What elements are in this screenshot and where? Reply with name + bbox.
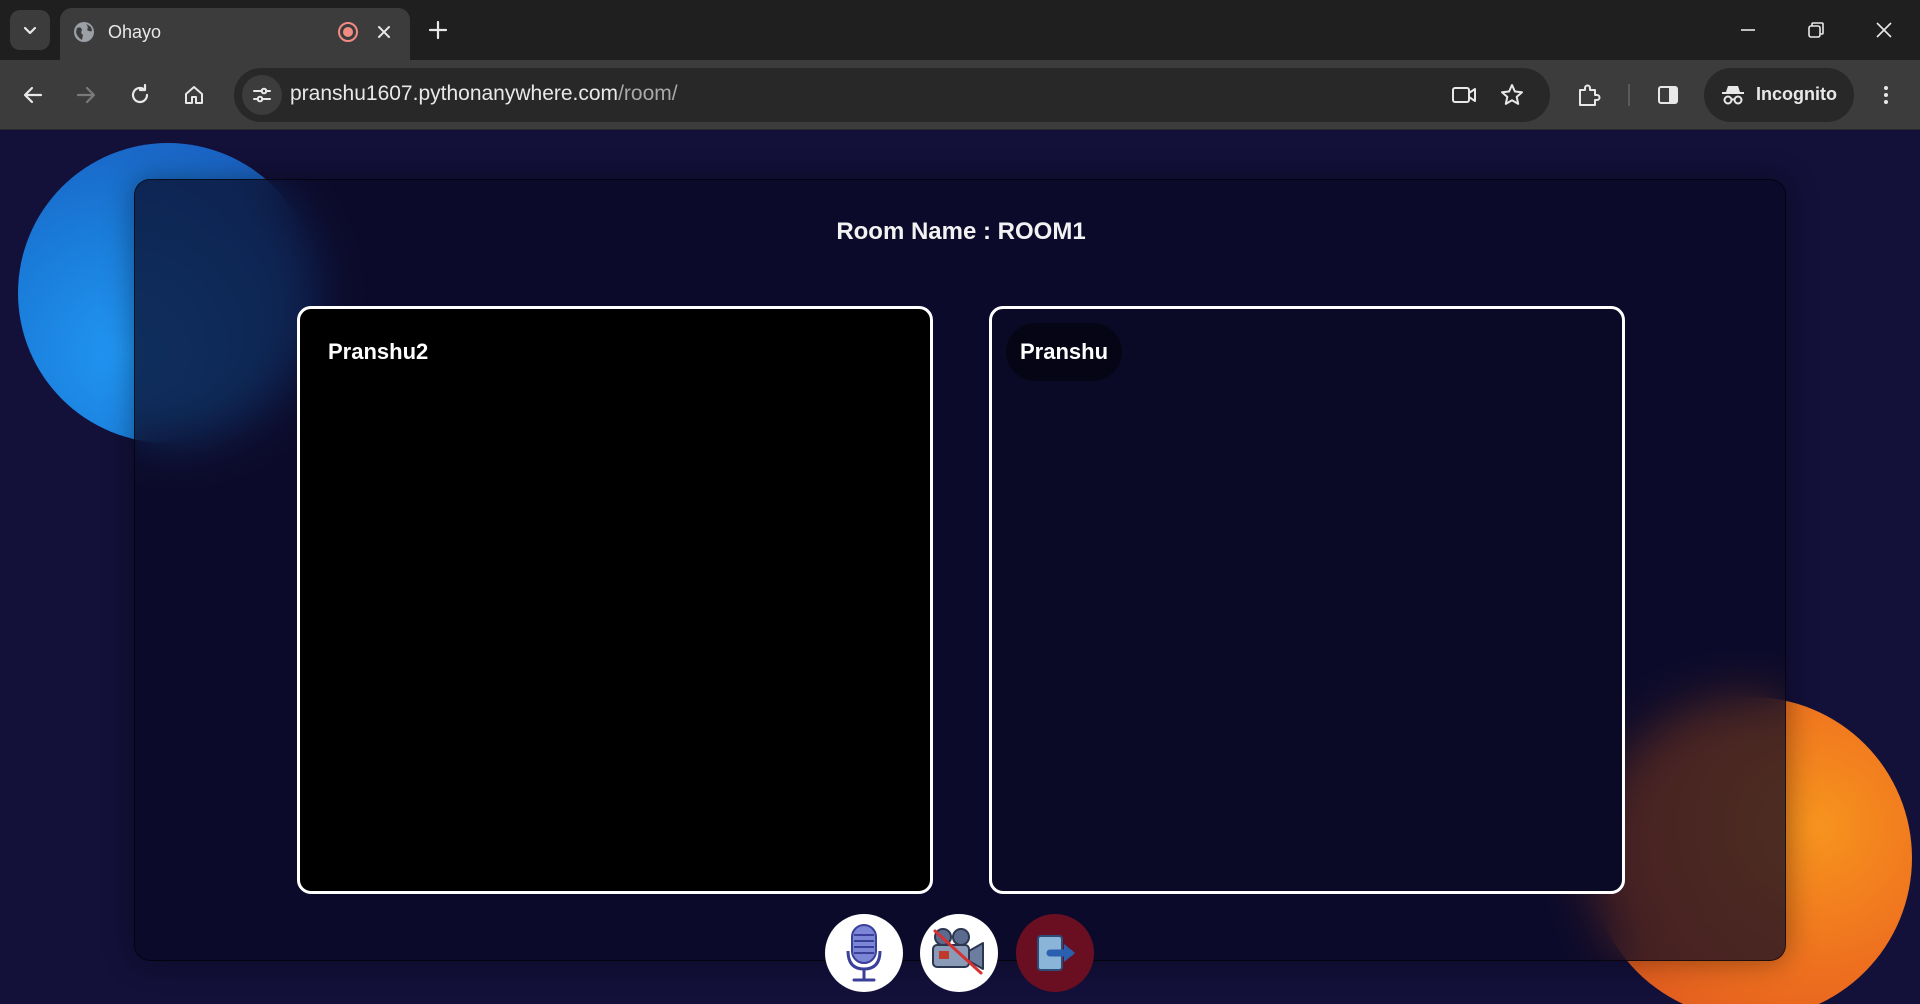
call-controls	[0, 914, 1920, 994]
recording-icon	[338, 22, 358, 42]
local-participant-name: Pranshu	[1006, 323, 1123, 381]
camera-icon	[1452, 87, 1476, 103]
back-button[interactable]	[15, 77, 51, 113]
browser-toolbar: pranshu1607.pythonanywhere.com/room/ Inc…	[0, 60, 1920, 130]
reload-button[interactable]	[122, 77, 158, 113]
home-button[interactable]	[176, 77, 212, 113]
remote-participant-name: Pranshu2	[328, 339, 429, 364]
side-panel-icon	[1658, 86, 1678, 104]
room-name-value: ROOM1	[997, 218, 1086, 245]
microphone-icon	[846, 924, 882, 982]
side-panel-button[interactable]	[1650, 77, 1686, 113]
browser-tab[interactable]: Ohayo	[60, 8, 410, 60]
extensions-button[interactable]	[1570, 77, 1606, 113]
room-page: Room Name : ROOM1 Pranshu2 Pranshu	[0, 131, 1920, 1004]
room-panel: Room Name : ROOM1 Pranshu2 Pranshu	[134, 179, 1786, 961]
bookmark-button[interactable]	[1498, 81, 1526, 109]
leave-icon	[1037, 935, 1075, 971]
site-settings-icon	[253, 87, 271, 103]
url-domain: pranshu1607.pythonanywhere.com	[290, 82, 619, 105]
incognito-icon	[1722, 86, 1744, 105]
forward-icon	[76, 86, 96, 104]
back-icon	[23, 86, 43, 104]
tab-search-icon	[23, 26, 37, 35]
more-icon	[1884, 86, 1888, 104]
mic-toggle-button[interactable]	[825, 914, 903, 992]
close-icon[interactable]	[372, 20, 396, 44]
minimize-button[interactable]	[1732, 14, 1764, 46]
remote-video-tile: Pranshu2	[297, 306, 933, 894]
local-video-tile: Pranshu	[989, 306, 1625, 894]
star-icon	[1501, 84, 1523, 105]
leave-room-button[interactable]	[1016, 914, 1094, 992]
reload-icon	[131, 83, 149, 104]
address-bar[interactable]: pranshu1607.pythonanywhere.com/room/	[234, 68, 1550, 122]
video-camera-icon	[932, 928, 984, 975]
forward-button[interactable]	[68, 77, 104, 113]
tab-title: Ohayo	[108, 22, 162, 42]
more-menu-button[interactable]	[1868, 77, 1904, 113]
window-close-button[interactable]	[1868, 14, 1900, 46]
restore-icon	[1808, 22, 1824, 38]
camera-toggle-button[interactable]	[920, 914, 998, 992]
incognito-label: Incognito	[1756, 84, 1837, 104]
camera-in-use-button[interactable]	[1450, 81, 1478, 109]
url-path: /room/	[618, 82, 678, 105]
plus-icon[interactable]	[424, 16, 452, 44]
room-name-label: Room Name :	[836, 218, 998, 245]
window-close-icon	[1876, 22, 1892, 38]
extensions-icon	[1579, 84, 1601, 106]
home-icon	[185, 86, 203, 104]
browser-tab-strip: Ohayo	[0, 0, 1920, 60]
room-title: Room Name : ROOM1	[135, 218, 1787, 246]
incognito-indicator[interactable]: Incognito	[1704, 68, 1854, 122]
minimize-icon	[1741, 29, 1755, 31]
tab-search-button[interactable]	[10, 10, 50, 50]
url-text[interactable]: pranshu1607.pythonanywhere.com/room/	[290, 82, 678, 106]
toolbar-divider	[1628, 84, 1630, 106]
restore-button[interactable]	[1800, 14, 1832, 46]
site-settings-button[interactable]	[242, 75, 282, 115]
globe-icon	[74, 22, 94, 42]
